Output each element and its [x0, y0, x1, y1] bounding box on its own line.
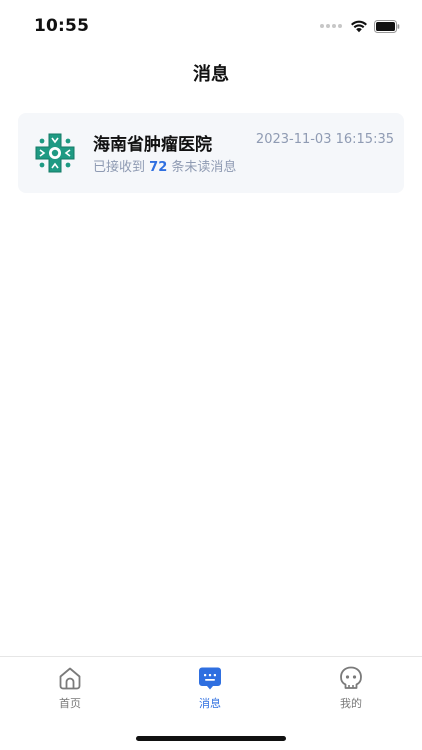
- summary-suffix: 条未读消息: [171, 160, 237, 175]
- battery-icon: [374, 19, 400, 33]
- tab-profile[interactable]: 我的: [311, 665, 391, 711]
- message-summary: 已接收到 72 条未读消息: [93, 156, 236, 175]
- page-title: 消息: [193, 64, 229, 85]
- profile-icon: [340, 666, 362, 689]
- message-list-item[interactable]: 海南省肿瘤医院 2023-11-03 16:15:35 已接收到 72 条未读消…: [18, 113, 404, 193]
- home-indicator: [136, 736, 286, 741]
- tab-home[interactable]: 首页: [30, 665, 110, 711]
- message-sender: 海南省肿瘤医院: [93, 135, 212, 155]
- cellular-signal-icon: [320, 24, 342, 28]
- status-time: 10:55: [34, 16, 90, 36]
- status-indicators: [320, 18, 400, 34]
- unread-count: 72: [149, 160, 168, 175]
- tab-home-label: 首页: [59, 697, 81, 710]
- tab-messages[interactable]: 消息: [170, 665, 250, 711]
- tab-profile-label: 我的: [340, 697, 362, 710]
- summary-prefix: 已接收到: [93, 160, 146, 175]
- status-bar: 10:55: [0, 0, 422, 50]
- hospital-logo-icon: [35, 133, 75, 173]
- tab-messages-label: 消息: [199, 697, 221, 710]
- wifi-icon: [351, 20, 367, 33]
- message-icon: [199, 667, 221, 690]
- home-icon: [59, 667, 81, 690]
- message-timestamp: 2023-11-03 16:15:35: [255, 132, 394, 147]
